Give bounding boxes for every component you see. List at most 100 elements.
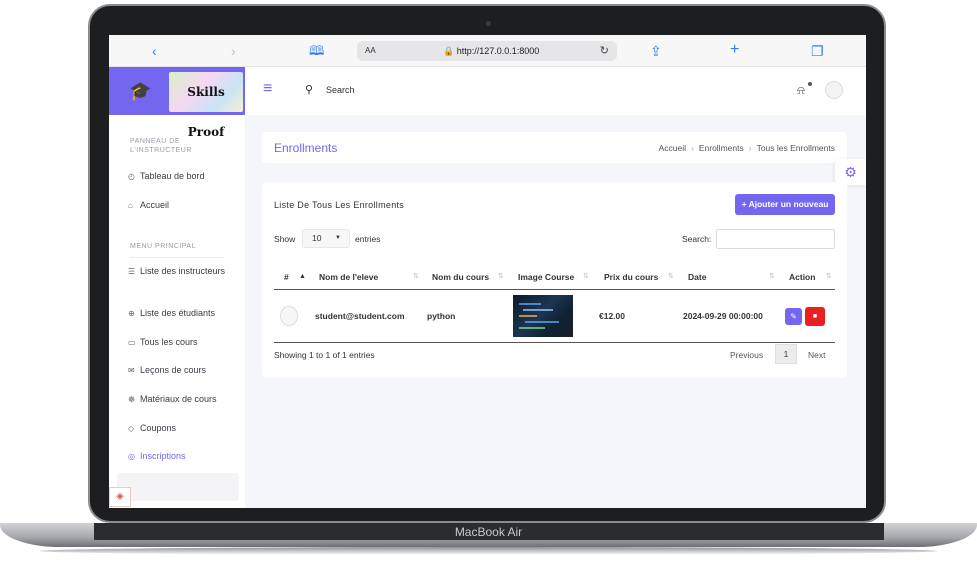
book-icon[interactable]: 🕮: [309, 43, 324, 59]
table-search-input[interactable]: [716, 229, 835, 249]
sidebar-divider: [130, 257, 224, 258]
sidebar-item-students[interactable]: ⊕ Liste des étudiants: [128, 307, 238, 320]
sidebar-active-highlight: [117, 473, 239, 501]
page-header-card: Enrollments Accueil › Enrollments › Tous les…: [262, 132, 847, 163]
column-header-action[interactable]: Action: [789, 272, 815, 282]
column-header-image[interactable]: Image Course: [518, 272, 574, 282]
sidebar-item-home[interactable]: ⌂ Accueil: [128, 199, 238, 212]
table-summary: Showing 1 to 1 of 1 entries: [274, 350, 375, 360]
table-header-divider: [274, 289, 835, 290]
enrollments-table-card: Liste De Tous Les Enrollments + Ajouter …: [262, 182, 847, 378]
cell-price: €12.00: [599, 311, 625, 321]
column-header-student[interactable]: Nom de l'eleve: [319, 272, 378, 282]
page-size-select[interactable]: 10 ▼: [302, 229, 350, 248]
sidebar-section-instructor: PANNEAU DE L'INSTRUCTEUR: [130, 138, 192, 154]
breadcrumb-current: Tous les Enrollments: [756, 143, 835, 153]
plus-icon[interactable]: +: [730, 42, 739, 58]
page-title: Enrollments: [274, 141, 338, 155]
lesson-icon: ✉: [128, 366, 135, 375]
column-header-course[interactable]: Nom du cours: [432, 272, 489, 282]
table-title: Liste De Tous Les Enrollments: [274, 200, 405, 210]
tabs-icon[interactable]: ❐: [811, 43, 824, 59]
sidebar-item-inscriptions[interactable]: ◎ Inscriptions: [128, 450, 238, 463]
book-icon: ▭: [128, 338, 136, 347]
chevron-right-icon: ›: [691, 143, 694, 153]
column-header-index[interactable]: #: [284, 272, 289, 282]
sidebar-item-instructors[interactable]: ☰ Liste des instructeurs: [128, 265, 228, 278]
cell-date: 2024-09-29 00:00:00: [683, 311, 763, 321]
sort-icon: ⇅: [413, 273, 419, 280]
sidebar-item-courses[interactable]: ▭ Tous les cours: [128, 336, 238, 349]
framework-logo-icon: ◈: [109, 487, 131, 507]
share-icon[interactable]: ⇪: [650, 43, 662, 59]
brand-header: 🎓 Skills Proof: [109, 67, 245, 139]
sort-icon: ⇅: [668, 273, 674, 280]
show-label: Show: [274, 234, 296, 244]
text-size-button[interactable]: AA: [365, 41, 376, 61]
search-icon[interactable]: ⚲: [305, 84, 313, 96]
tag-icon: ◇: [128, 424, 135, 433]
chevron-right-icon[interactable]: ›: [231, 43, 236, 59]
sidebar-item-lessons[interactable]: ✉ Leçons de cours: [128, 364, 238, 377]
top-navbar: ≡ ⚲ Search ⍾: [245, 67, 866, 115]
sidebar-item-label: Coupons: [140, 423, 177, 433]
breadcrumb-enrollments[interactable]: Enrollments: [699, 143, 744, 153]
sort-icon: ⇅: [498, 273, 504, 280]
sidebar-item-label: Accueil: [140, 200, 170, 210]
camera: [486, 21, 491, 26]
sidebar-item-label: Tableau de bord: [140, 171, 205, 181]
sidebar-item-label: Matériaux de cours: [140, 394, 217, 404]
sidebar-section-main: MENU PRINCIPAL: [130, 243, 196, 250]
menu-icon[interactable]: ≡: [263, 81, 272, 97]
screen: ‹ › 🕮 AA 🔒 http://127.0.0.1:8000 ↻ ⇪ + ❐…: [109, 35, 866, 508]
column-header-date[interactable]: Date: [688, 272, 706, 282]
table-footer-divider: [274, 342, 835, 343]
entries-label: entries: [355, 234, 381, 244]
users-icon: ⊕: [128, 309, 135, 318]
page-size-value: 10: [312, 233, 322, 243]
course-thumbnail: [513, 295, 573, 337]
sidebar-item-label: Inscriptions: [140, 451, 186, 461]
address-bar[interactable]: AA 🔒 http://127.0.0.1:8000 ↻: [357, 41, 617, 61]
chevron-left-icon[interactable]: ‹: [152, 43, 157, 59]
avatar[interactable]: [825, 81, 843, 99]
sidebar-item-label: Leçons de cours: [140, 365, 207, 375]
pagination-previous[interactable]: Previous: [730, 350, 763, 360]
pagination-page-1[interactable]: 1: [775, 344, 797, 364]
materials-icon: ☸: [128, 395, 136, 404]
url-text: 🔒 http://127.0.0.1:8000: [443, 46, 540, 56]
edit-button[interactable]: ✎: [785, 308, 802, 325]
column-header-price[interactable]: Prix du cours: [604, 272, 658, 282]
chevron-down-icon: ▼: [335, 235, 341, 241]
dashboard-icon: ◴: [128, 172, 135, 181]
browser-toolbar: ‹ › 🕮 AA 🔒 http://127.0.0.1:8000 ↻ ⇪ + ❐: [109, 35, 866, 67]
sidebar-item-dashboard[interactable]: ◴ Tableau de bord: [128, 170, 238, 183]
device-label: MacBook Air: [454, 525, 523, 539]
delete-button[interactable]: ■: [805, 307, 825, 326]
sort-icon: ⇅: [583, 273, 589, 280]
enroll-icon: ◎: [128, 452, 135, 461]
sidebar-item-label: Tous les cours: [140, 337, 198, 347]
sidebar: 🎓 Skills Proof PANNEAU DE L'INSTRUCTEUR …: [109, 67, 245, 508]
sort-asc-icon: ▲: [299, 273, 306, 280]
reload-icon[interactable]: ↻: [600, 41, 609, 61]
sidebar-item-coupons[interactable]: ◇ Coupons: [128, 422, 238, 435]
laptop-shadow: [40, 547, 937, 555]
bell-icon[interactable]: ⍾: [797, 83, 805, 97]
cell-course: python: [427, 311, 456, 321]
list-icon: ☰: [128, 267, 136, 276]
table-search-label: Search:: [682, 234, 712, 244]
add-new-button[interactable]: + Ajouter un nouveau: [735, 194, 835, 215]
search-trigger[interactable]: Search: [326, 85, 355, 96]
sidebar-item-label: Liste des étudiants: [140, 308, 216, 318]
home-icon: ⌂: [128, 201, 133, 210]
sidebar-item-materials[interactable]: ☸ Matériaux de cours: [128, 393, 238, 406]
avatar: [280, 306, 298, 326]
chevron-right-icon: ›: [748, 143, 752, 153]
breadcrumb: Accueil › Enrollments › Tous les Enrollments: [659, 143, 835, 153]
sidebar-item-label: Liste des instructeurs: [140, 266, 226, 276]
breadcrumb-home[interactable]: Accueil: [659, 143, 686, 153]
brand-logo[interactable]: Skills Proof: [169, 72, 243, 139]
sort-icon: ⇅: [826, 273, 832, 280]
pagination-next[interactable]: Next: [808, 350, 825, 360]
